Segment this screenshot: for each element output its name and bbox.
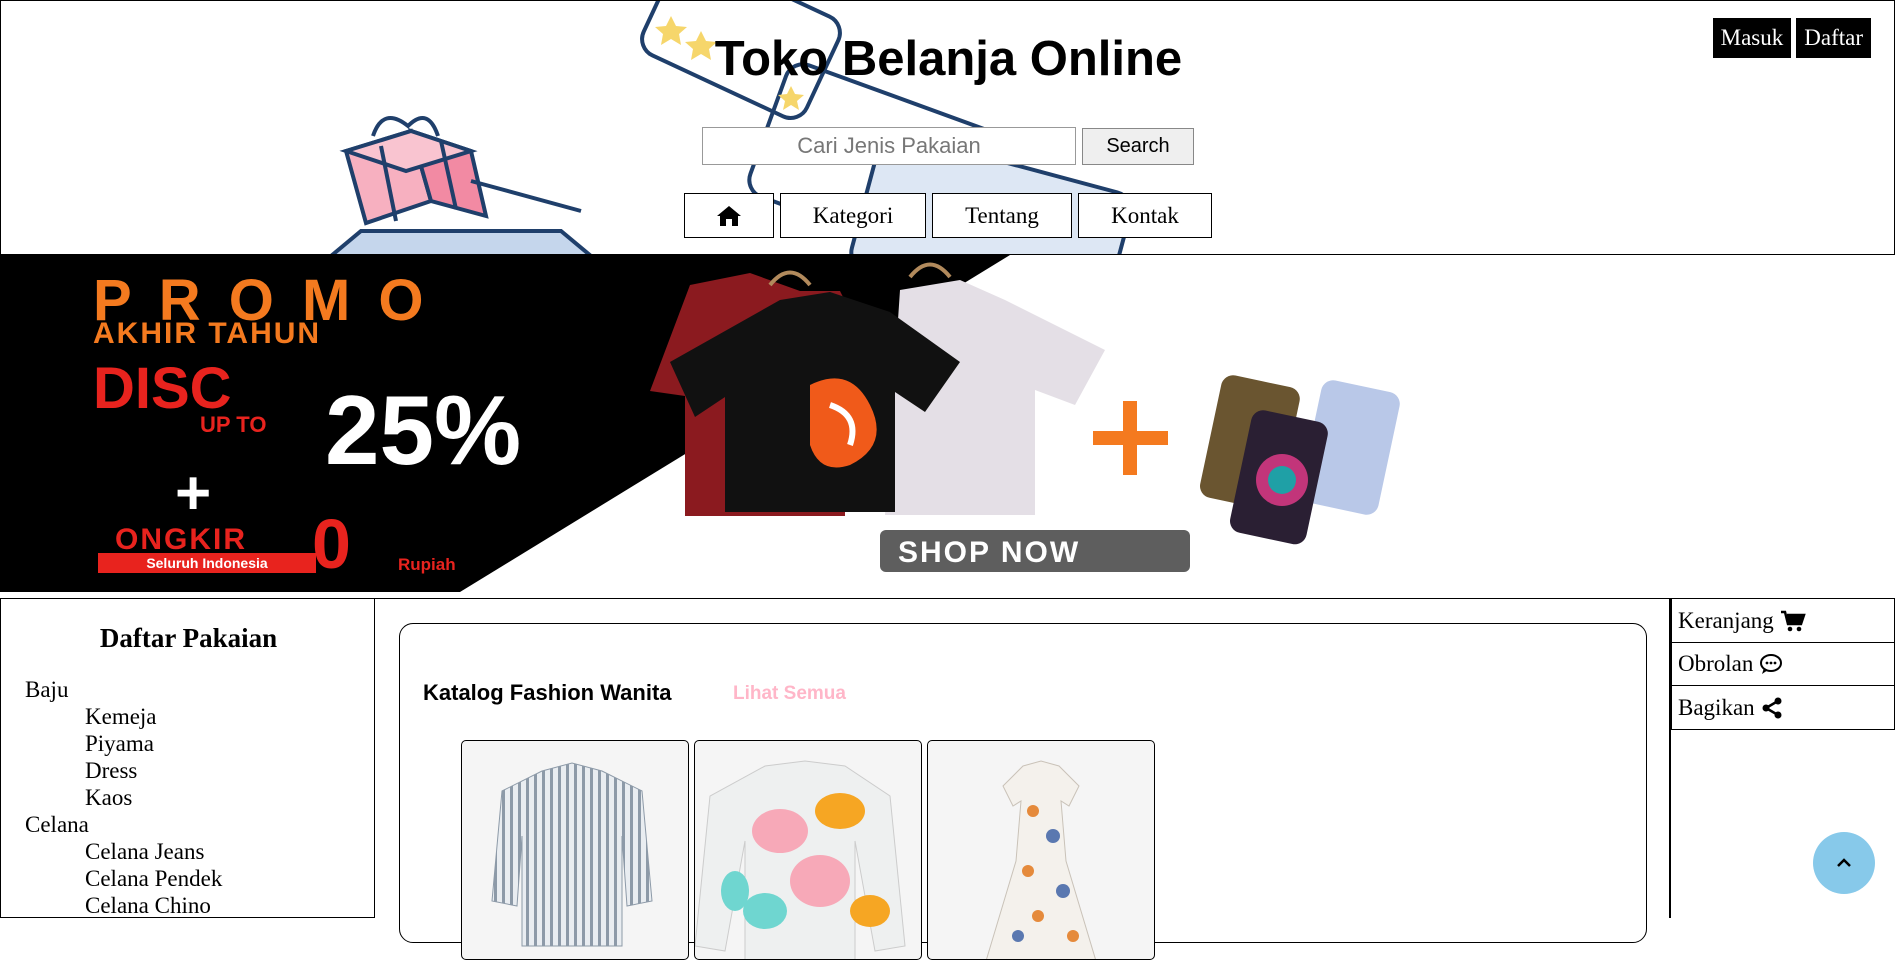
- share-icon: [1762, 697, 1782, 718]
- search-button[interactable]: Search: [1082, 127, 1194, 165]
- category-item[interactable]: Dress: [25, 757, 222, 784]
- banner-subtitle: AKHIR TAHUN: [93, 317, 322, 350]
- register-button[interactable]: Daftar: [1796, 18, 1871, 58]
- page-title: Toko Belanja Online: [714, 32, 1183, 86]
- category-item[interactable]: Piyama: [25, 730, 222, 757]
- nav-tentang[interactable]: Tentang: [932, 193, 1072, 238]
- category-group-label[interactable]: Baju: [25, 676, 222, 703]
- cart-icon: [1780, 610, 1806, 631]
- see-all-link[interactable]: Lihat Semua: [733, 683, 846, 705]
- banner-percent: 25%: [325, 375, 522, 485]
- category-item[interactable]: Celana Pendek: [25, 865, 222, 892]
- chat-icon: [1760, 654, 1783, 674]
- category-item[interactable]: Celana Chino: [25, 892, 222, 919]
- category-sidebar: Daftar Pakaian Baju Kemeja Piyama Dress …: [0, 598, 375, 918]
- floral-dress-image: [986, 760, 1096, 959]
- banner-plus: +: [175, 459, 212, 528]
- chevron-up-icon: [1837, 858, 1851, 867]
- scroll-to-top-button[interactable]: [1813, 832, 1875, 894]
- banner-region: Seluruh Indonesia: [98, 553, 316, 573]
- nav-kontak[interactable]: Kontak: [1078, 193, 1212, 238]
- main-content: Katalog Fashion Wanita Lihat Semua: [375, 598, 1670, 960]
- banner-ongkir: ONGKIR: [115, 523, 247, 556]
- sidebar-title: Daftar Pakaian: [99, 623, 278, 653]
- shop-now-button[interactable]: SHOP NOW: [898, 536, 1080, 570]
- product-card[interactable]: [461, 740, 689, 960]
- product-card[interactable]: [927, 740, 1155, 960]
- category-item[interactable]: Kemeja: [25, 703, 222, 730]
- search-bar: Search: [702, 127, 1194, 165]
- share-label: Bagikan: [1678, 694, 1755, 720]
- chat-button[interactable]: Obrolan: [1671, 641, 1895, 687]
- share-button[interactable]: Bagikan: [1671, 685, 1895, 730]
- cart-label: Keranjang: [1678, 607, 1774, 633]
- banner-rupiah: Rupiah: [398, 555, 456, 574]
- nav-home[interactable]: [684, 193, 774, 238]
- category-item[interactable]: Celana Jeans: [25, 838, 222, 865]
- promo-banner[interactable]: P R O M O AKHIR TAHUN DISC UP TO 25% + O…: [0, 255, 1895, 592]
- home-icon: [717, 205, 741, 226]
- nav-kategori[interactable]: Kategori: [780, 193, 926, 238]
- catalog-title: Katalog Fashion Wanita: [423, 680, 672, 705]
- banner-up-to: UP TO: [200, 412, 267, 437]
- striped-shirt-image: [491, 762, 653, 947]
- site-header: Toko Belanja Online Masuk Daftar Search …: [0, 0, 1895, 255]
- category-list: Baju Kemeja Piyama Dress Kaos Celana Cel…: [25, 676, 222, 919]
- banner-zero: 0: [312, 505, 351, 583]
- catalog-card: Katalog Fashion Wanita Lihat Semua: [399, 623, 1647, 960]
- colorful-sweater-image: [695, 760, 906, 959]
- auth-buttons: Masuk Daftar: [1712, 18, 1871, 58]
- category-group-label[interactable]: Celana: [25, 811, 222, 838]
- category-item[interactable]: Kaos: [25, 784, 222, 811]
- chat-label: Obrolan: [1678, 651, 1754, 676]
- product-card[interactable]: [694, 740, 922, 960]
- cart-button[interactable]: Keranjang: [1671, 598, 1895, 643]
- main-nav: Kategori Tentang Kontak: [684, 193, 1212, 238]
- login-button[interactable]: Masuk: [1712, 18, 1792, 58]
- search-input[interactable]: [702, 127, 1076, 165]
